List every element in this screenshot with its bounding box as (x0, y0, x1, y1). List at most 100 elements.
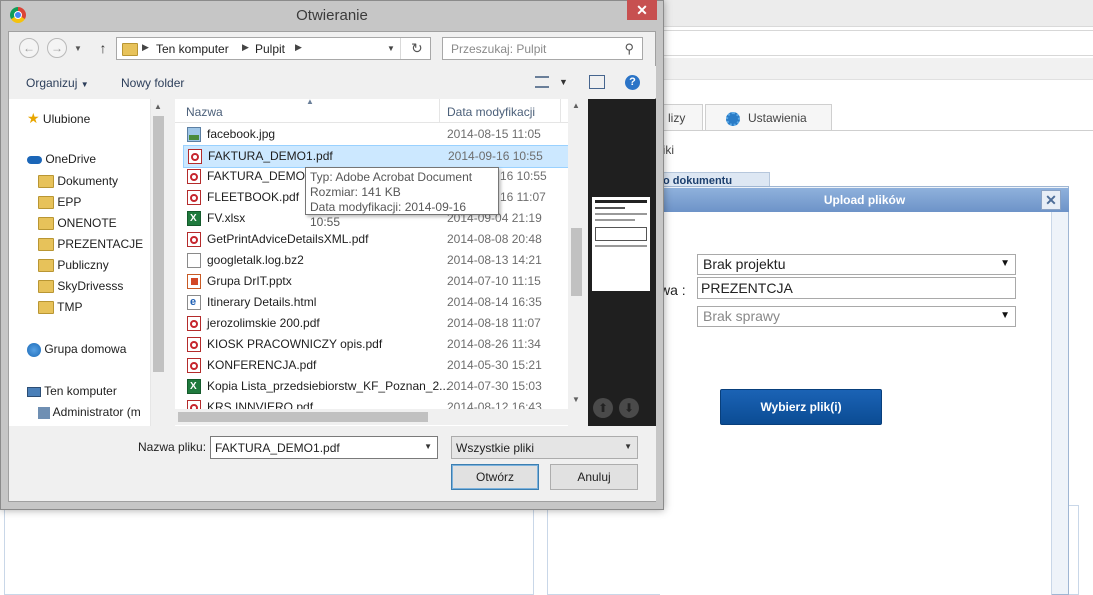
nav-folder-onenote[interactable]: ONENOTE (38, 216, 188, 236)
browser-address-bar[interactable] (660, 30, 1093, 56)
forward-arrow-icon: → (51, 41, 63, 55)
file-row[interactable]: Kopia Lista_przedsiebiorstw_KF_Poznan_2.… (183, 376, 568, 397)
file-row[interactable]: Itinerary Details.html 2014-08-14 16:35 (183, 292, 568, 313)
hscroll-thumb[interactable] (178, 412, 428, 422)
recent-locations-chevron-icon[interactable]: ▼ (74, 44, 82, 53)
pdf-file-icon (187, 190, 201, 205)
file-row[interactable]: GetPrintAdviceDetailsXML.pdf 2014-08-08 2… (183, 229, 568, 250)
homegroup-icon (27, 342, 41, 357)
file-date: 2014-05-30 15:21 (447, 358, 542, 372)
nav-label: Grupa domowa (44, 342, 127, 356)
organize-button[interactable]: Organizuj ▼ (26, 76, 89, 90)
file-type-filter[interactable]: Wszystkie pliki ▼ (451, 436, 638, 459)
nav-folder-prezentacje[interactable]: PREZENTACJE (38, 237, 188, 257)
up-folder-button[interactable]: ↑ (96, 40, 110, 56)
file-row[interactable]: KRS INNVIERO.pdf 2014-08-12 16:43 (183, 397, 568, 409)
organize-label: Organizuj (26, 76, 78, 90)
new-folder-button[interactable]: Nowy folder (121, 76, 184, 90)
close-button[interactable]: ✕ (627, 0, 657, 20)
view-dropdown-icon[interactable]: ▼ (559, 77, 568, 87)
gear-icon (726, 111, 740, 126)
nav-label: Ulubione (42, 112, 91, 126)
excel-file-icon (187, 379, 201, 394)
file-list-vscroll[interactable]: ▲ ▼ (568, 99, 585, 409)
address-divider (400, 38, 401, 59)
generic-file-icon (187, 253, 201, 268)
breadcrumb-item-desktop[interactable]: Pulpit (255, 42, 285, 56)
open-button[interactable]: Otwórz (451, 464, 539, 490)
folder-icon (38, 217, 54, 231)
cancel-button[interactable]: Anuluj (550, 464, 638, 490)
column-name[interactable]: Nazwa (186, 105, 223, 119)
previous-page-icon[interactable]: ⬆ (593, 398, 613, 418)
chevron-down-icon[interactable]: ▼ (424, 442, 432, 451)
pdf-preview-thumbnail (592, 197, 650, 291)
pdf-file-icon (187, 400, 201, 409)
refresh-icon[interactable]: ↻ (411, 40, 423, 57)
search-input[interactable]: Przeszukaj: Pulpit ⚲ (442, 37, 643, 60)
left-content-panel (4, 505, 534, 595)
file-name: Itinerary Details.html (207, 295, 317, 309)
file-date: 16 10:55 (500, 169, 547, 183)
file-name: FAKTURA_DEMO1.pdf (208, 149, 333, 163)
nav-folder-tmp[interactable]: TMP (38, 300, 188, 320)
breadcrumb-item-computer[interactable]: Ten komputer (156, 42, 229, 56)
nav-scroll-thumb[interactable] (153, 116, 164, 372)
nav-label: TMP (57, 300, 83, 314)
html-file-icon (187, 295, 201, 310)
forward-button[interactable]: → (47, 38, 67, 58)
pdf-file-icon (187, 316, 201, 331)
file-list-hscroll[interactable] (175, 409, 568, 425)
file-row-selected[interactable]: FAKTURA_DEMO1.pdf 2014-09-16 10:55 (183, 145, 570, 168)
address-dropdown-icon[interactable]: ▼ (387, 44, 395, 53)
choose-files-button[interactable]: Wybierz plik(i) (720, 389, 882, 425)
nav-scrollbar[interactable]: ▲ (150, 99, 165, 426)
file-date: 2014-08-12 16:43 (447, 400, 542, 409)
project-select[interactable]: Brak projektu ▼ (697, 254, 1016, 275)
column-date[interactable]: Data modyfikacji (447, 105, 535, 119)
nav-label: PREZENTACJE (57, 237, 144, 251)
nav-folder-publiczny[interactable]: Publiczny (38, 258, 188, 278)
nav-label: Publiczny (57, 258, 109, 272)
image-file-icon (187, 127, 201, 142)
cloud-icon (27, 155, 42, 164)
case-select[interactable]: Brak sprawy ▼ (697, 306, 1016, 327)
breadcrumb-separator-icon: ▶ (242, 42, 249, 52)
next-page-icon[interactable]: ⬇ (619, 398, 639, 418)
tab-analizy[interactable]: lizy (660, 104, 703, 131)
file-name: Kopia Lista_przedsiebiorstw_KF_Poznan_2.… (207, 379, 450, 393)
computer-icon (27, 386, 41, 397)
help-icon[interactable]: ? (625, 75, 640, 90)
back-button[interactable]: ← (19, 38, 39, 58)
file-scroll-thumb[interactable] (571, 228, 582, 296)
file-row[interactable]: googletalk.log.bz2 2014-08-13 14:21 (183, 250, 568, 271)
column-divider (560, 99, 561, 122)
file-row[interactable]: KONFERENCJA.pdf 2014-05-30 15:21 (183, 355, 568, 376)
view-options-icon[interactable] (535, 76, 549, 88)
scroll-up-icon[interactable]: ▲ (154, 102, 162, 111)
file-row[interactable]: KIOSK PRACOWNICZY opis.pdf 2014-08-26 11:… (183, 334, 568, 355)
nav-folder-skydrivesss[interactable]: SkyDrivesss (38, 279, 188, 299)
file-row[interactable]: facebook.jpg 2014-08-15 11:05 (183, 124, 568, 145)
file-name: googletalk.log.bz2 (207, 253, 304, 267)
pdf-file-icon (187, 232, 201, 247)
file-row[interactable]: jerozolimskie 200.pdf 2014-08-18 11:07 (183, 313, 568, 334)
scroll-down-icon[interactable]: ▼ (572, 395, 580, 404)
file-date: 2014-08-15 11:05 (447, 127, 541, 141)
column-divider (439, 99, 440, 122)
nav-administrator[interactable]: Administrator (m (38, 405, 149, 425)
nav-folder-dokumenty[interactable]: Dokumenty (38, 174, 188, 194)
preview-pane-icon[interactable] (589, 75, 605, 89)
address-bar[interactable]: ▶ Ten komputer ▶ Pulpit ▶ ▼ ↻ (116, 37, 431, 60)
filename-value: FAKTURA_DEMO1.pdf (215, 441, 340, 455)
tab-ustawienia[interactable]: Ustawienia (705, 104, 832, 131)
scroll-up-icon[interactable]: ▲ (572, 101, 580, 110)
nav-folder-epp[interactable]: EPP (38, 195, 188, 215)
file-date: 2014-07-10 11:15 (447, 274, 541, 288)
filename-input[interactable]: FAKTURA_DEMO1.pdf ▼ (210, 436, 438, 459)
file-row[interactable]: Grupa DrIT.pptx 2014-07-10 11:15 (183, 271, 568, 292)
upload-close-button[interactable]: ✕ (1041, 190, 1061, 210)
name-input[interactable]: PREZENTCJA (697, 277, 1016, 299)
computer-folder-icon (122, 43, 138, 56)
breadcrumb-separator-icon: ▶ (142, 42, 149, 52)
